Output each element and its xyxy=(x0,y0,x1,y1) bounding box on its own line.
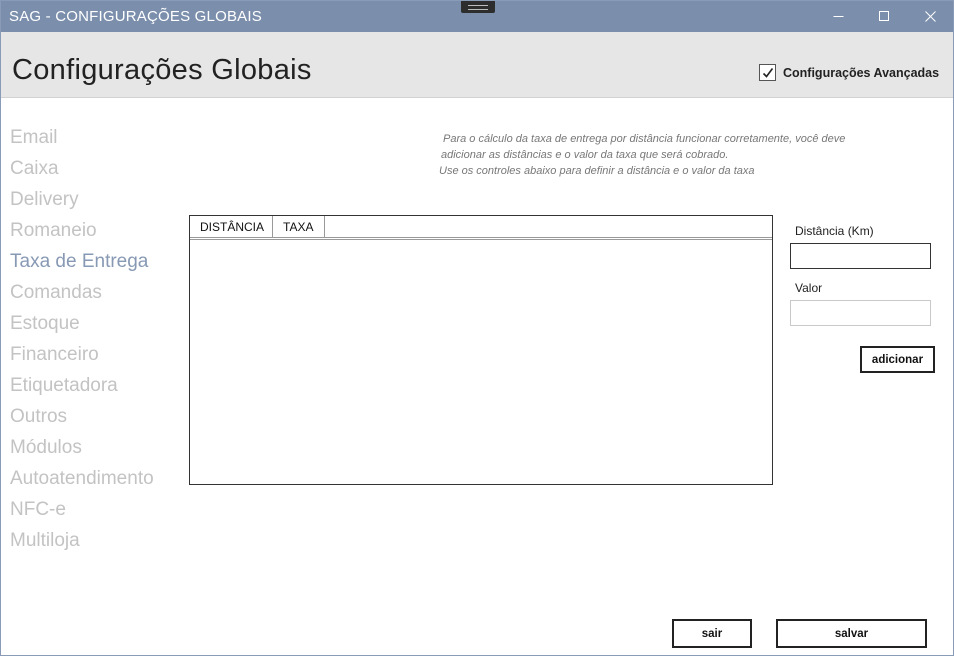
drag-grip-icon[interactable] xyxy=(461,1,495,13)
distance-label: Distância (Km) xyxy=(795,224,874,238)
exit-button[interactable]: sair xyxy=(672,619,752,648)
app-window: SAG - CONFIGURAÇÕES GLOBAIS Configuraçõe… xyxy=(0,0,954,656)
page-title: Configurações Globais xyxy=(12,54,312,86)
column-header-taxa[interactable]: TAXA xyxy=(273,216,325,238)
sidebar-item-financeiro[interactable]: Financeiro xyxy=(10,342,154,373)
sidebar-item-etiquetadora[interactable]: Etiquetadora xyxy=(10,373,154,404)
checkbox-box[interactable] xyxy=(759,64,776,81)
sidebar-item-multiloja[interactable]: Multiloja xyxy=(10,528,154,559)
column-header-distancia[interactable]: DISTÂNCIA xyxy=(190,216,273,238)
sidebar-item-outros[interactable]: Outros xyxy=(10,404,154,435)
distance-input[interactable] xyxy=(790,243,931,269)
value-input[interactable] xyxy=(790,300,931,326)
sidebar-item-delivery[interactable]: Delivery xyxy=(10,187,154,218)
info-line-2: adicionar as distâncias e o valor da tax… xyxy=(441,149,729,161)
maximize-button[interactable] xyxy=(861,1,907,32)
info-line-1: Para o cálculo da taxa de entrega por di… xyxy=(443,133,846,145)
add-button[interactable]: adicionar xyxy=(860,346,935,373)
maximize-icon xyxy=(878,11,889,21)
sidebar-item-nfce[interactable]: NFC-e xyxy=(10,497,154,528)
sidebar-item-email[interactable]: Email xyxy=(10,125,154,156)
sidebar-item-estoque[interactable]: Estoque xyxy=(10,311,154,342)
sidebar-item-romaneio[interactable]: Romaneio xyxy=(10,218,154,249)
info-line-3: Use os controles abaixo para definir a d… xyxy=(439,165,755,177)
close-icon xyxy=(924,11,936,22)
delivery-fee-table[interactable]: DISTÂNCIA TAXA xyxy=(189,215,773,485)
sidebar-item-caixa[interactable]: Caixa xyxy=(10,156,154,187)
close-button[interactable] xyxy=(907,1,953,32)
info-text: Para o cálculo da taxa de entrega por di… xyxy=(421,131,901,179)
minimize-button[interactable] xyxy=(815,1,861,32)
advanced-settings-label[interactable]: Configurações Avançadas xyxy=(783,66,939,80)
advanced-settings-checkbox[interactable]: Configurações Avançadas xyxy=(759,64,939,81)
sidebar-item-taxa-de-entrega[interactable]: Taxa de Entrega xyxy=(10,249,154,280)
sidebar-item-comandas[interactable]: Comandas xyxy=(10,280,154,311)
save-button[interactable]: salvar xyxy=(776,619,927,648)
checkmark-icon xyxy=(762,68,774,78)
minimize-icon xyxy=(833,16,843,17)
sidebar-item-modulos[interactable]: Módulos xyxy=(10,435,154,466)
sidebar-item-autoatendimento[interactable]: Autoatendimento xyxy=(10,466,154,497)
value-label: Valor xyxy=(795,281,823,295)
window-title: SAG - CONFIGURAÇÕES GLOBAIS xyxy=(9,8,262,25)
table-header: DISTÂNCIA TAXA xyxy=(190,216,772,240)
sidebar-nav: Email Caixa Delivery Romaneio Taxa de En… xyxy=(10,125,154,559)
title-bar[interactable]: SAG - CONFIGURAÇÕES GLOBAIS xyxy=(1,1,953,32)
page-header: Configurações Globais Configurações Avan… xyxy=(1,32,953,98)
